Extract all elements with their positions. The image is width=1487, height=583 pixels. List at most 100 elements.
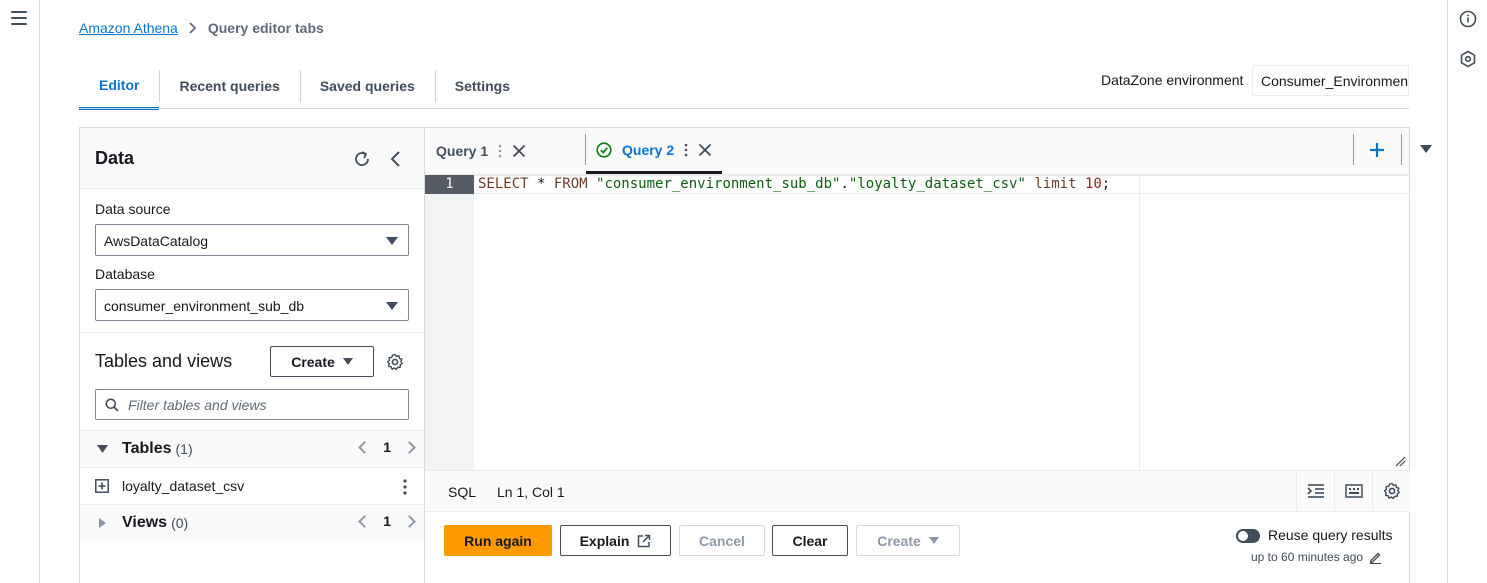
- gear-icon: [1383, 482, 1400, 500]
- language-indicator: SQL: [448, 484, 477, 500]
- tables-label: Tables: [122, 440, 172, 457]
- tab-divider: [1401, 134, 1402, 165]
- tables-and-views-title: Tables and views: [95, 351, 233, 371]
- tab-query-1[interactable]: Query 1: [436, 128, 526, 174]
- run-again-button[interactable]: Run again: [444, 525, 552, 556]
- query-tabs-bar: Query 1 Query 2: [425, 128, 1432, 175]
- query-1-label: Query 1: [436, 143, 489, 159]
- breadcrumb-current: Query editor tabs: [207, 20, 324, 36]
- tab-list-caret-icon[interactable]: [1420, 145, 1432, 154]
- tab-divider: [1353, 134, 1354, 165]
- data-source-value: AwsDataCatalog: [104, 233, 209, 249]
- search-icon: [105, 398, 119, 412]
- tab-query-2[interactable]: Query 2: [586, 128, 723, 174]
- editor-preferences-button[interactable]: [1372, 471, 1410, 511]
- tab-recent-queries[interactable]: Recent queries: [159, 62, 299, 110]
- filter-tables-input[interactable]: Filter tables and views: [95, 389, 409, 420]
- views-group-row[interactable]: Views (0) 1: [80, 504, 424, 541]
- create-button-label: Create: [877, 532, 921, 549]
- data-source-label: Data source: [95, 201, 171, 217]
- keyboard-icon: [1344, 484, 1363, 498]
- close-icon[interactable]: [512, 144, 526, 158]
- reuse-results-label: Reuse query results: [1268, 527, 1393, 543]
- triangle-down-icon[interactable]: [97, 444, 108, 454]
- database-select[interactable]: consumer_environment_sub_db: [95, 289, 409, 321]
- sql-code-editor[interactable]: SELECT * FROM "consumer_environment_sub_…: [478, 176, 1110, 193]
- editor-panel: Query 1 Query 2 1 SELECT * FROM "consume…: [425, 127, 1432, 583]
- expand-plus-icon[interactable]: [95, 479, 109, 493]
- create-label: Create: [291, 353, 335, 370]
- reuse-results-toggle[interactable]: [1236, 529, 1260, 543]
- success-check-icon: [596, 141, 612, 158]
- database-label: Database: [95, 266, 155, 282]
- clear-button[interactable]: Clear: [772, 525, 848, 556]
- sql-keyword: FROM: [553, 176, 588, 192]
- tables-and-views-section: Tables and views Create Filter tables an…: [80, 332, 424, 583]
- cancel-button[interactable]: Cancel: [679, 525, 765, 556]
- chevron-right-icon: [189, 22, 197, 34]
- create-table-button[interactable]: Create: [270, 346, 374, 377]
- views-page-number[interactable]: 1: [383, 513, 391, 529]
- print-margin: [1139, 175, 1140, 470]
- indent-icon: [1306, 484, 1324, 498]
- sql-string: "loyalty_dataset_csv": [848, 176, 1026, 192]
- sql-keyword: SELECT: [478, 176, 529, 192]
- external-link-icon: [638, 534, 651, 547]
- more-options-icon[interactable]: [498, 144, 502, 158]
- cursor-position: Ln 1, Col 1: [497, 484, 565, 500]
- views-pagination: 1: [358, 513, 416, 529]
- editor-gutter: [425, 175, 474, 470]
- collapse-panel-icon[interactable]: [386, 149, 406, 169]
- reuse-results-age: up to 60 minutes ago: [1251, 550, 1382, 564]
- format-query-button[interactable]: [1296, 471, 1334, 511]
- datazone-environment-field[interactable]: Consumer_Environment: [1252, 65, 1409, 96]
- triangle-right-icon[interactable]: [99, 518, 106, 528]
- tabs-divider: [79, 108, 1409, 109]
- editor-tools: [1296, 471, 1410, 511]
- gear-icon[interactable]: [386, 353, 404, 371]
- tab-editor[interactable]: Editor: [79, 62, 160, 110]
- more-options-icon[interactable]: [684, 143, 688, 157]
- table-row[interactable]: loyalty_dataset_csv: [80, 467, 424, 504]
- chevron-right-icon[interactable]: [403, 514, 416, 528]
- editor-status-bar: SQL Ln 1, Col 1: [425, 470, 1410, 512]
- chevron-left-icon[interactable]: [358, 514, 372, 528]
- breadcrumb-amazon-athena[interactable]: Amazon Athena: [79, 20, 178, 36]
- datazone-label: DataZone environment: [1101, 72, 1244, 88]
- explain-button[interactable]: Explain: [560, 525, 671, 556]
- main-content: Amazon Athena Query editor tabs Editor R…: [41, 0, 1446, 583]
- tables-page-number[interactable]: 1: [383, 439, 391, 455]
- breadcrumb: Amazon Athena Query editor tabs: [79, 20, 324, 36]
- filter-placeholder: Filter tables and views: [128, 397, 267, 413]
- chevron-left-icon[interactable]: [358, 440, 372, 454]
- chevron-right-icon[interactable]: [403, 440, 416, 454]
- hexagon-settings-icon[interactable]: [1459, 50, 1477, 68]
- data-source-select[interactable]: AwsDataCatalog: [95, 224, 409, 256]
- info-icon[interactable]: [1459, 10, 1477, 28]
- explain-label: Explain: [579, 532, 630, 549]
- resize-handle-icon[interactable]: [1394, 455, 1406, 467]
- tab-settings[interactable]: Settings: [434, 62, 530, 110]
- tables-pagination: 1: [358, 439, 416, 455]
- sql-number: 10: [1084, 176, 1102, 192]
- caret-down-icon: [342, 358, 353, 365]
- sql-token: *: [528, 176, 554, 192]
- sql-token: ;: [1101, 176, 1111, 192]
- caret-down-icon: [386, 237, 398, 245]
- close-icon[interactable]: [698, 143, 712, 157]
- reuse-age-text: up to 60 minutes ago: [1251, 550, 1364, 564]
- keyboard-shortcuts-button[interactable]: [1334, 471, 1372, 511]
- line-number: 1: [425, 175, 474, 194]
- tables-group-row[interactable]: Tables (1) 1: [80, 430, 424, 467]
- refresh-icon[interactable]: [352, 149, 372, 169]
- data-panel-title: Data: [95, 148, 135, 168]
- query-actions: Run again Explain Cancel Clear Create Re…: [425, 512, 1410, 583]
- add-tab-icon[interactable]: [1368, 141, 1386, 159]
- menu-icon[interactable]: [11, 11, 27, 25]
- create-button[interactable]: Create: [856, 525, 960, 556]
- tab-saved-queries[interactable]: Saved queries: [299, 62, 435, 110]
- views-count: (0): [171, 515, 189, 531]
- edit-pencil-icon[interactable]: [1369, 551, 1382, 564]
- more-options-icon[interactable]: [403, 479, 407, 495]
- left-nav-rail: [0, 0, 40, 583]
